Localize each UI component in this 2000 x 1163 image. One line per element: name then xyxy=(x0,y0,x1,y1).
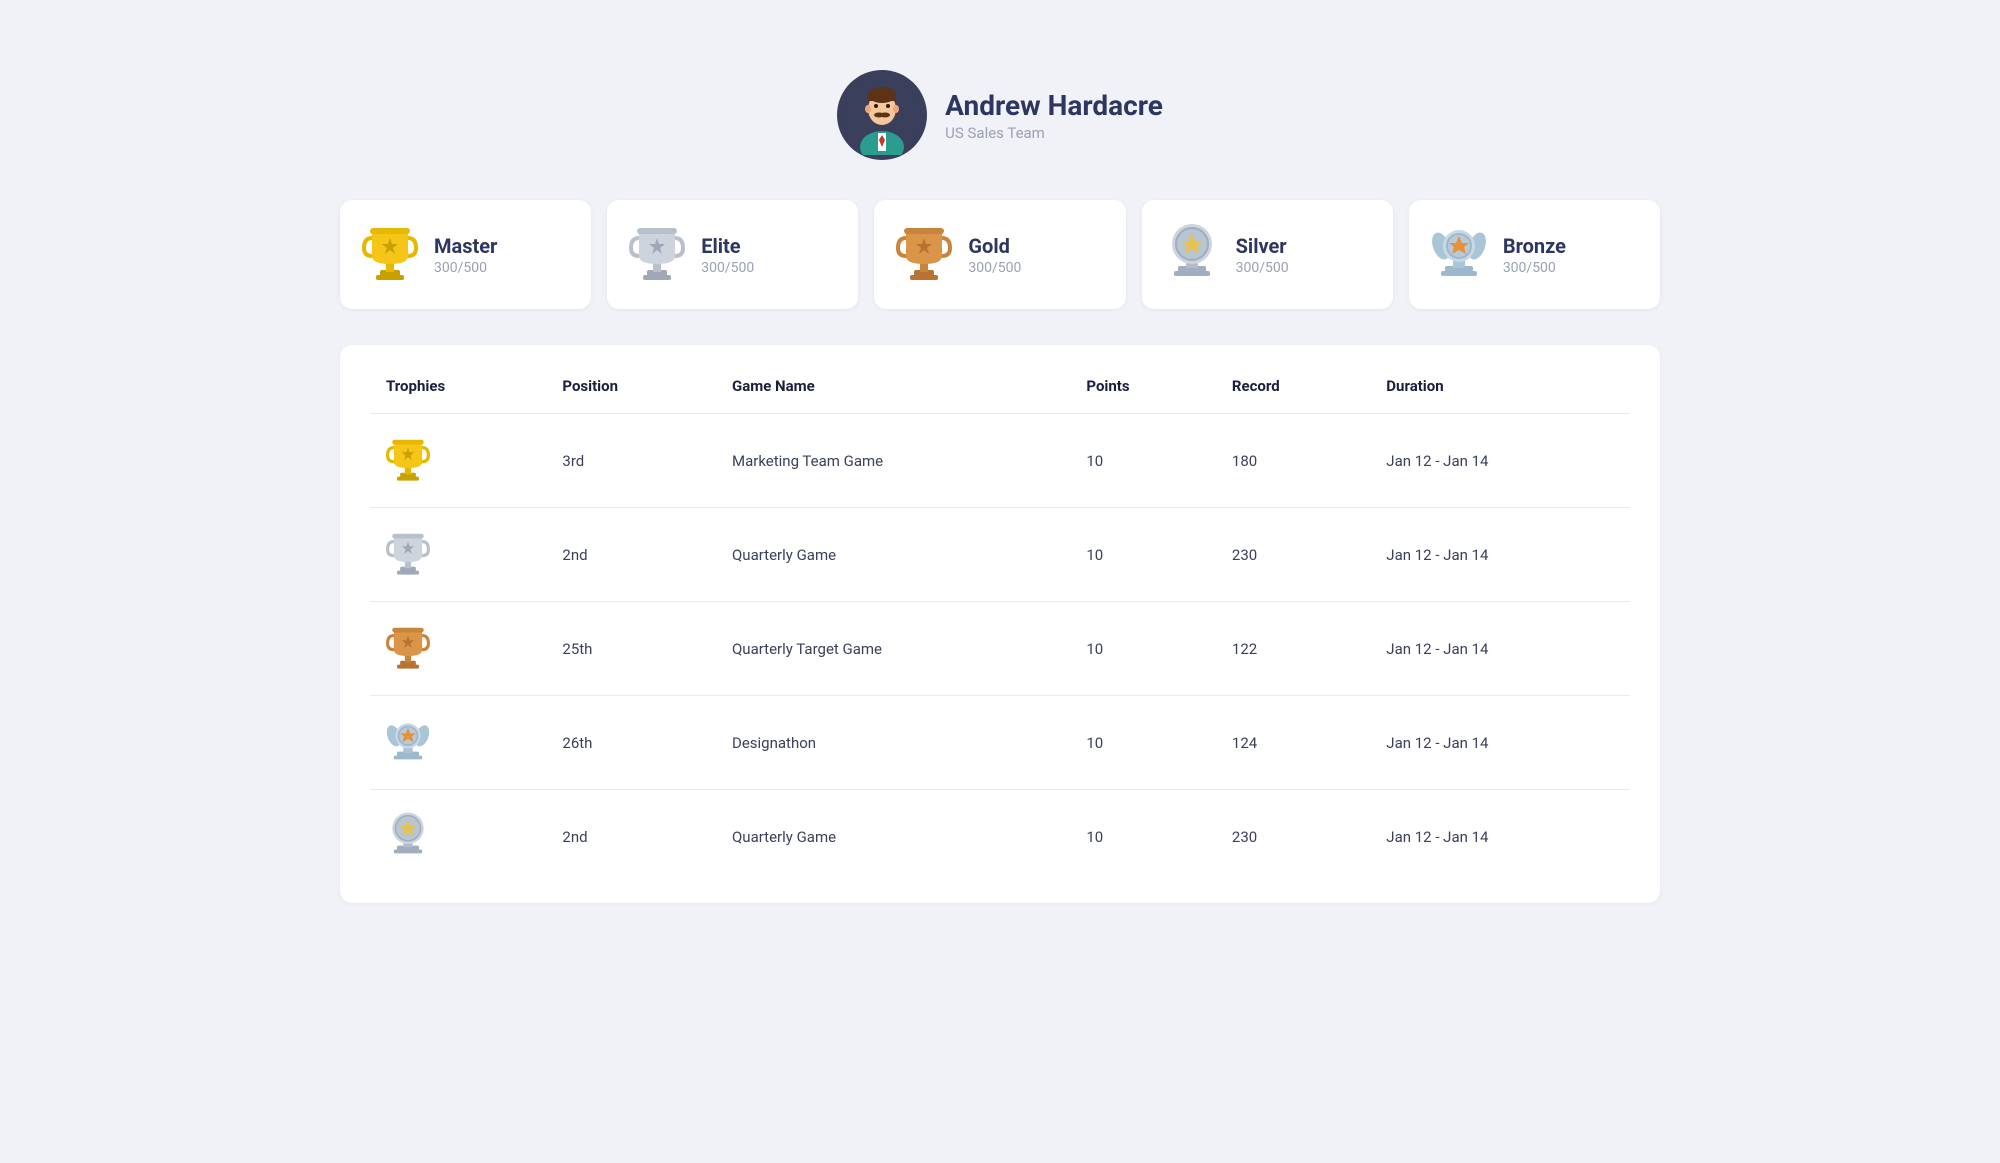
elite-label: Elite xyxy=(701,234,754,258)
row-record: 180 xyxy=(1216,414,1370,508)
trophy-card-elite: Elite 300/500 xyxy=(607,200,858,309)
row-duration: Jan 12 - Jan 14 xyxy=(1370,414,1630,508)
bronze-label: Bronze xyxy=(1503,234,1566,258)
row-position: 26th xyxy=(546,696,716,790)
row-duration: Jan 12 - Jan 14 xyxy=(1370,790,1630,884)
row-record: 230 xyxy=(1216,790,1370,884)
silver-trophy-icon xyxy=(1164,220,1220,289)
trophy-card-master: Master 300/500 xyxy=(340,200,591,309)
row-duration: Jan 12 - Jan 14 xyxy=(1370,602,1630,696)
row-points: 10 xyxy=(1070,414,1216,508)
avatar xyxy=(837,70,927,160)
col-points: Points xyxy=(1070,355,1216,414)
row-position: 2nd xyxy=(546,790,716,884)
elite-score: 300/500 xyxy=(701,260,754,276)
row-position: 2nd xyxy=(546,508,716,602)
table-row: 2nd Quarterly Game 10 230 Jan 12 - Jan 1… xyxy=(370,790,1630,884)
master-label: Master xyxy=(434,234,497,258)
row-trophy xyxy=(370,790,546,884)
row-points: 10 xyxy=(1070,602,1216,696)
trophy-cards-row: Master 300/500 Elite 3 xyxy=(340,200,1660,309)
col-duration: Duration xyxy=(1370,355,1630,414)
row-record: 230 xyxy=(1216,508,1370,602)
profile-name: Andrew Hardacre xyxy=(945,89,1163,122)
row-record: 122 xyxy=(1216,602,1370,696)
row-position: 3rd xyxy=(546,414,716,508)
trophy-card-bronze: Bronze 300/500 xyxy=(1409,200,1660,309)
row-trophy xyxy=(370,602,546,696)
gold-trophy-icon xyxy=(896,220,952,289)
row-points: 10 xyxy=(1070,696,1216,790)
master-score: 300/500 xyxy=(434,260,497,276)
trophy-card-silver: Silver 300/500 xyxy=(1142,200,1393,309)
row-trophy xyxy=(370,508,546,602)
table-row: 25th Quarterly Target Game 10 122 Jan 12… xyxy=(370,602,1630,696)
trophies-table: Trophies Position Game Name Points Recor… xyxy=(370,355,1630,883)
col-position: Position xyxy=(546,355,716,414)
gold-card-info: Gold 300/500 xyxy=(968,234,1021,276)
row-duration: Jan 12 - Jan 14 xyxy=(1370,696,1630,790)
row-game: Designathon xyxy=(716,696,1070,790)
row-game: Quarterly Target Game xyxy=(716,602,1070,696)
table-header-row: Trophies Position Game Name Points Recor… xyxy=(370,355,1630,414)
row-position: 25th xyxy=(546,602,716,696)
col-game: Game Name xyxy=(716,355,1070,414)
silver-label: Silver xyxy=(1236,234,1289,258)
table-row: 26th Designathon 10 124 Jan 12 - Jan 14 xyxy=(370,696,1630,790)
row-game: Marketing Team Game xyxy=(716,414,1070,508)
row-trophy xyxy=(370,696,546,790)
gold-label: Gold xyxy=(968,234,1021,258)
row-points: 10 xyxy=(1070,508,1216,602)
bronze-card-info: Bronze 300/500 xyxy=(1503,234,1566,276)
row-record: 124 xyxy=(1216,696,1370,790)
table-section: Trophies Position Game Name Points Recor… xyxy=(340,345,1660,903)
bronze-trophy-icon xyxy=(1431,220,1487,289)
col-record: Record xyxy=(1216,355,1370,414)
row-game: Quarterly Game xyxy=(716,508,1070,602)
elite-trophy-icon xyxy=(629,220,685,289)
profile-section: Andrew Hardacre US Sales Team xyxy=(340,40,1660,200)
gold-score: 300/500 xyxy=(968,260,1021,276)
col-trophies: Trophies xyxy=(370,355,546,414)
elite-card-info: Elite 300/500 xyxy=(701,234,754,276)
profile-info: Andrew Hardacre US Sales Team xyxy=(945,89,1163,142)
bronze-score: 300/500 xyxy=(1503,260,1566,276)
row-game: Quarterly Game xyxy=(716,790,1070,884)
row-trophy xyxy=(370,414,546,508)
silver-score: 300/500 xyxy=(1236,260,1289,276)
trophy-card-gold: Gold 300/500 xyxy=(874,200,1125,309)
table-row: 2nd Quarterly Game 10 230 Jan 12 - Jan 1… xyxy=(370,508,1630,602)
row-points: 10 xyxy=(1070,790,1216,884)
profile-team: US Sales Team xyxy=(945,124,1163,142)
silver-card-info: Silver 300/500 xyxy=(1236,234,1289,276)
page-container: Andrew Hardacre US Sales Team xyxy=(300,20,1700,943)
row-duration: Jan 12 - Jan 14 xyxy=(1370,508,1630,602)
table-row: 3rd Marketing Team Game 10 180 Jan 12 - … xyxy=(370,414,1630,508)
master-card-info: Master 300/500 xyxy=(434,234,497,276)
master-trophy-icon xyxy=(362,220,418,289)
